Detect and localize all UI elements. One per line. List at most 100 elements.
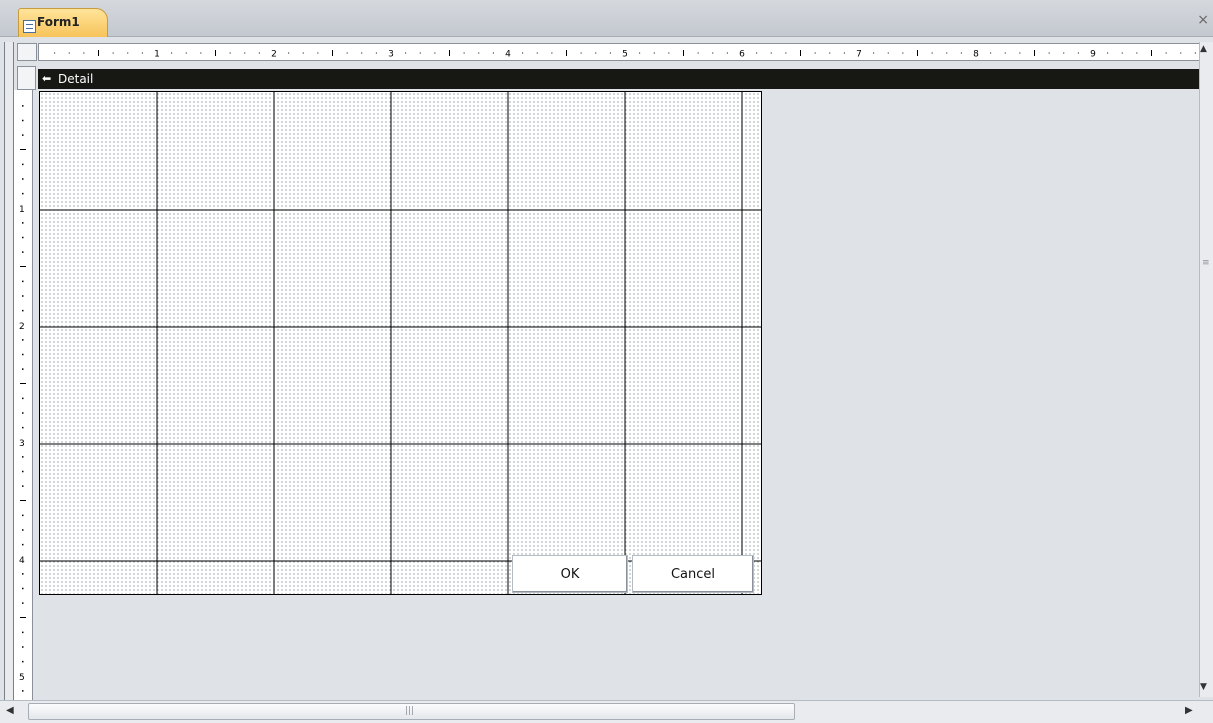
ruler-dot [22, 514, 24, 517]
ruler-dot [22, 295, 24, 297]
ruler-dot [1121, 52, 1123, 54]
ruler-dot [317, 52, 319, 54]
ruler-dot [990, 52, 992, 54]
ruler-number: 1 [19, 205, 25, 215]
ruler-dot [946, 52, 948, 54]
left-margin-bar [4, 42, 14, 706]
ruler-dot [595, 52, 597, 54]
detail-section-bar[interactable]: ⬅ Detail [38, 69, 1200, 89]
ruler-dot [522, 52, 524, 54]
ruler-dot [712, 52, 714, 54]
ruler-dot [22, 236, 24, 239]
section-arrow-icon: ⬅ [42, 72, 52, 85]
ruler-dot [419, 52, 421, 54]
ruler-dot [22, 119, 24, 122]
scroll-right-icon[interactable]: ▶ [1185, 705, 1193, 716]
ruler-dot [22, 178, 24, 180]
ruler-dot [1107, 52, 1109, 54]
ruler-dot [229, 52, 231, 54]
ruler-number: 4 [19, 556, 25, 566]
ruler-dot [22, 456, 24, 458]
ruler-dot [829, 52, 831, 54]
scroll-grip-icon: ≡ [1202, 258, 1210, 268]
ruler-dot [200, 52, 202, 54]
ruler-dot [22, 353, 24, 356]
ok-button[interactable]: OK [512, 555, 628, 593]
cancel-button[interactable]: Cancel [632, 555, 754, 593]
ruler-dot [1063, 52, 1065, 54]
ruler-dot [258, 52, 260, 54]
ruler-dot [434, 52, 436, 54]
ruler-number: 5 [19, 673, 25, 683]
ruler-dot [580, 52, 582, 54]
form-selector[interactable] [17, 43, 37, 61]
grid-lines [40, 92, 761, 594]
ruler-dot [288, 52, 290, 54]
ruler-dot [22, 543, 24, 546]
ruler-dot [770, 52, 772, 54]
ruler-dot [1165, 52, 1167, 54]
scroll-down-icon[interactable]: ▼ [1200, 682, 1207, 692]
ruler-dot [375, 52, 377, 54]
ruler-dot [22, 587, 24, 590]
section-label: Detail [58, 72, 94, 86]
ruler-dot [22, 660, 24, 663]
section-selector[interactable] [17, 66, 36, 90]
ruler-dot [902, 52, 904, 54]
ruler-number: 2 [19, 322, 25, 332]
ruler-dot [22, 646, 24, 648]
ruler-dot [141, 52, 143, 54]
ruler-dot [639, 52, 641, 54]
ruler-dot [653, 52, 655, 54]
ruler-dot [22, 470, 24, 473]
ruler-number: 6 [739, 50, 745, 60]
vertical-scrollbar[interactable] [1199, 42, 1213, 697]
ruler-dot [536, 52, 538, 54]
ruler-dot [22, 426, 24, 429]
vertical-ruler: 1 2 3 4 5 [14, 90, 33, 702]
ruler-dot [302, 52, 304, 54]
ruler-dot [1019, 52, 1021, 54]
ruler-dot [22, 485, 24, 487]
ruler-dot [405, 52, 407, 54]
ruler-number: 9 [1090, 50, 1096, 60]
ruler-dot [171, 52, 173, 54]
ruler-number: 7 [856, 50, 862, 60]
tab-form1[interactable]: Form1 [18, 8, 108, 37]
ruler-dot [22, 339, 24, 341]
ruler-number: 2 [271, 50, 277, 60]
ruler-dot [68, 52, 70, 54]
ruler-dot [361, 52, 363, 54]
ruler-dot [112, 52, 114, 54]
ruler-dot [22, 105, 24, 107]
scroll-left-icon[interactable]: ◀ [6, 705, 14, 716]
ruler-dot [887, 52, 889, 54]
ruler-dot [127, 52, 129, 54]
ruler-dot [185, 52, 187, 54]
ruler-dot [726, 52, 728, 54]
ruler-dot [22, 192, 24, 195]
form-design-grid[interactable] [39, 91, 762, 595]
ruler-dot [697, 52, 699, 54]
ruler-dot [1180, 52, 1182, 54]
ruler-number: 3 [19, 439, 25, 449]
ruler-dot [22, 163, 24, 166]
ruler-number: 4 [505, 50, 511, 60]
ruler-dot [1136, 52, 1138, 54]
ruler-dot [22, 412, 24, 414]
ruler-dot [22, 251, 24, 253]
ruler-dot [1004, 52, 1006, 54]
ruler-dot [22, 280, 24, 283]
ruler-dot [478, 52, 480, 54]
ruler-dot [54, 52, 56, 54]
ruler-dot [22, 368, 24, 370]
ruler-dot [960, 52, 962, 54]
ruler-number: 8 [973, 50, 979, 60]
ruler-dot [785, 52, 787, 54]
scroll-up-icon[interactable]: ▲ [1200, 44, 1207, 54]
ruler-dot [492, 52, 494, 54]
tab-label: Form1 [37, 15, 80, 29]
document-tab-bar: Form1 × [0, 0, 1213, 37]
close-icon[interactable]: × [1197, 12, 1209, 28]
ruler-dot [814, 52, 816, 54]
